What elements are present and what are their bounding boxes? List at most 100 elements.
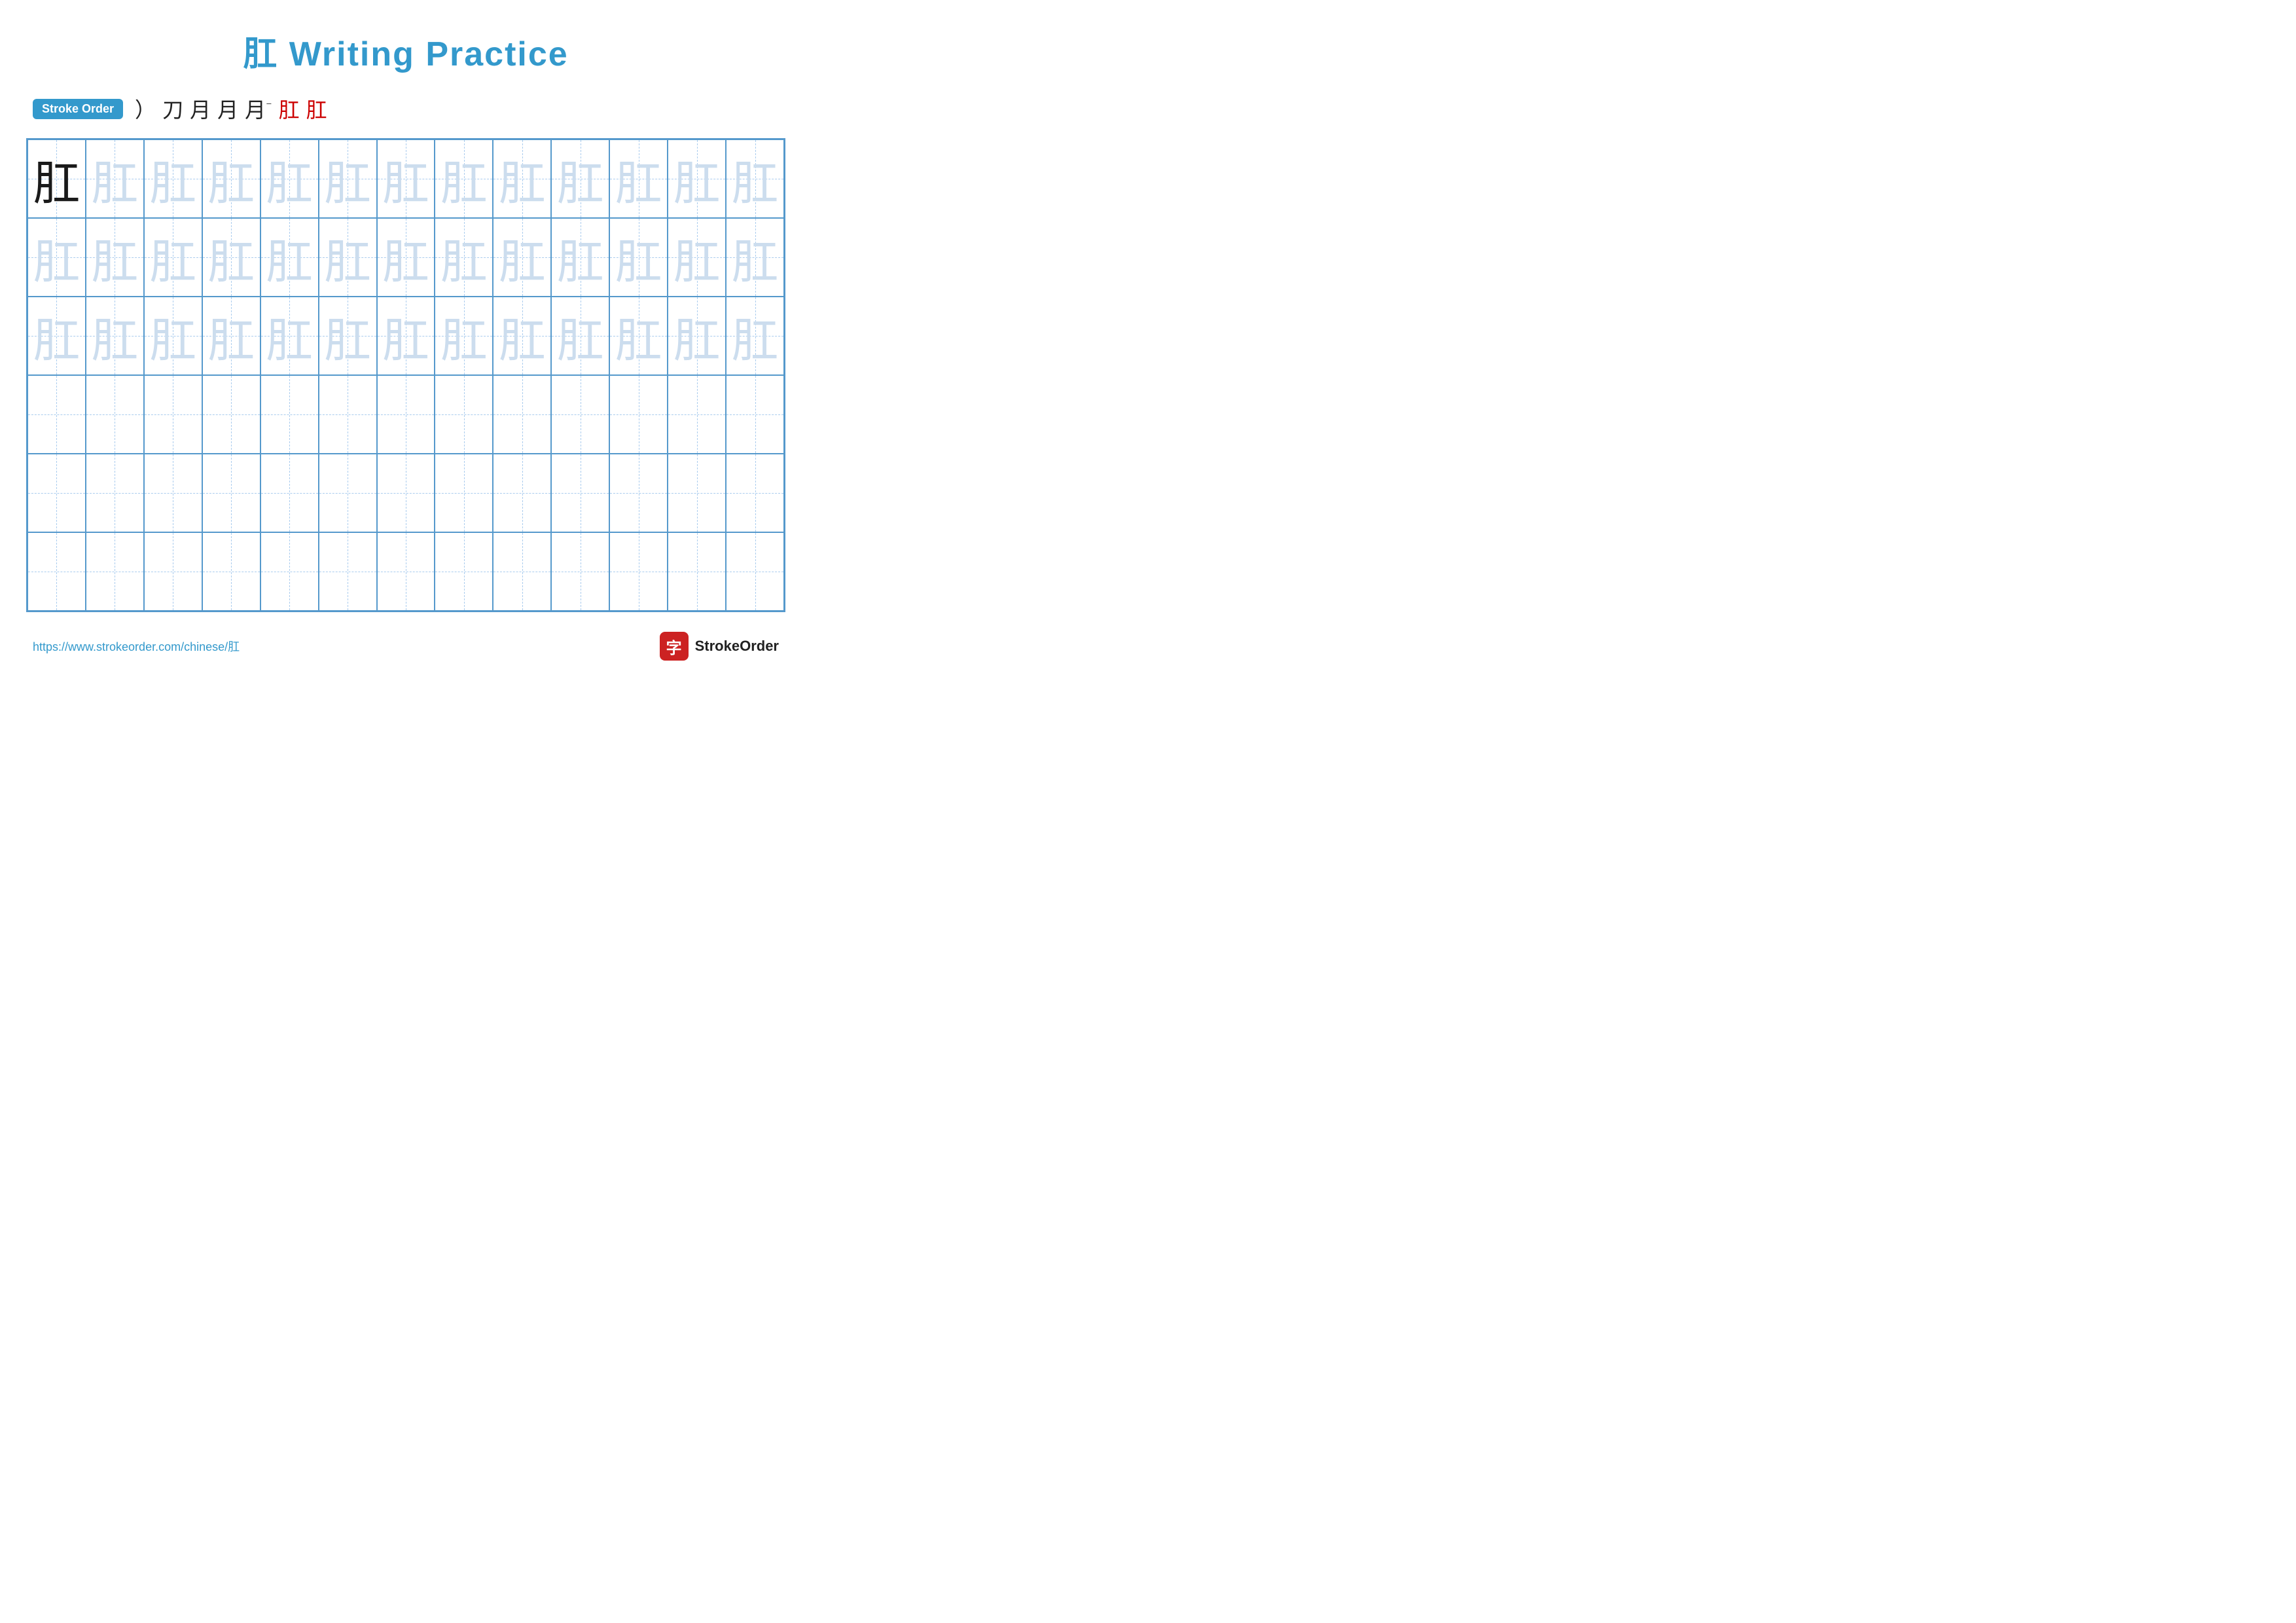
grid-cell[interactable]: 肛 bbox=[609, 139, 668, 218]
grid-cell[interactable] bbox=[609, 454, 668, 532]
grid-cell[interactable] bbox=[144, 532, 202, 611]
cell-character: 肛 bbox=[615, 302, 662, 371]
grid-cell[interactable]: 肛 bbox=[493, 297, 551, 375]
grid-cell[interactable] bbox=[609, 375, 668, 454]
grid-cell[interactable] bbox=[435, 532, 493, 611]
grid-cell[interactable] bbox=[435, 375, 493, 454]
grid-cell[interactable] bbox=[202, 375, 260, 454]
grid-cell[interactable]: 肛 bbox=[493, 139, 551, 218]
grid-cell[interactable]: 肛 bbox=[27, 139, 86, 218]
practice-grid: 肛肛肛肛肛肛肛肛肛肛肛肛肛肛肛肛肛肛肛肛肛肛肛肛肛肛肛肛肛肛肛肛肛肛肛肛肛肛肛 bbox=[26, 138, 785, 612]
cell-character: 肛 bbox=[207, 302, 255, 371]
grid-cell[interactable] bbox=[551, 454, 609, 532]
grid-cell[interactable]: 肛 bbox=[493, 218, 551, 297]
grid-cell[interactable] bbox=[86, 532, 144, 611]
grid-cell[interactable]: 肛 bbox=[668, 139, 726, 218]
cell-character: 肛 bbox=[673, 145, 721, 213]
grid-cell[interactable]: 肛 bbox=[202, 139, 260, 218]
grid-cell[interactable] bbox=[726, 532, 784, 611]
grid-cell[interactable]: 肛 bbox=[319, 218, 377, 297]
stroke-step-6: 肛 bbox=[279, 94, 300, 124]
grid-cell[interactable]: 肛 bbox=[260, 139, 319, 218]
grid-cell[interactable]: 肛 bbox=[377, 297, 435, 375]
grid-cell[interactable] bbox=[202, 454, 260, 532]
grid-cell[interactable] bbox=[27, 375, 86, 454]
grid-cell[interactable]: 肛 bbox=[202, 297, 260, 375]
grid-cell[interactable] bbox=[319, 454, 377, 532]
grid-cell[interactable] bbox=[144, 375, 202, 454]
grid-cell[interactable]: 肛 bbox=[551, 139, 609, 218]
grid-cell[interactable] bbox=[27, 532, 86, 611]
grid-cell[interactable]: 肛 bbox=[260, 297, 319, 375]
grid-cell[interactable]: 肛 bbox=[551, 218, 609, 297]
grid-cell[interactable]: 肛 bbox=[86, 297, 144, 375]
grid-cell[interactable] bbox=[668, 454, 726, 532]
grid-cell[interactable] bbox=[435, 454, 493, 532]
cell-character: 肛 bbox=[91, 145, 138, 213]
grid-cell[interactable] bbox=[319, 375, 377, 454]
grid-cell[interactable]: 肛 bbox=[319, 297, 377, 375]
grid-cell[interactable] bbox=[726, 375, 784, 454]
grid-cell[interactable] bbox=[551, 532, 609, 611]
cell-character: 肛 bbox=[499, 145, 546, 213]
stroke-step-3: 月 bbox=[190, 94, 211, 124]
grid-cell[interactable]: 肛 bbox=[377, 139, 435, 218]
grid-cell[interactable]: 肛 bbox=[551, 297, 609, 375]
grid-cell[interactable]: 肛 bbox=[726, 139, 784, 218]
cell-character: 肛 bbox=[732, 145, 779, 213]
cell-character: 肛 bbox=[557, 223, 604, 292]
grid-cell[interactable]: 肛 bbox=[668, 218, 726, 297]
grid-cell[interactable] bbox=[493, 532, 551, 611]
grid-cell[interactable]: 肛 bbox=[609, 218, 668, 297]
grid-cell[interactable]: 肛 bbox=[86, 218, 144, 297]
footer-url[interactable]: https://www.strokeorder.com/chinese/肛 bbox=[33, 638, 240, 655]
grid-cell[interactable] bbox=[319, 532, 377, 611]
grid-cell[interactable] bbox=[144, 454, 202, 532]
grid-cell[interactable] bbox=[27, 454, 86, 532]
grid-cell[interactable]: 肛 bbox=[260, 218, 319, 297]
cell-character: 肛 bbox=[382, 302, 429, 371]
cell-character: 肛 bbox=[207, 145, 255, 213]
grid-cell[interactable]: 肛 bbox=[202, 218, 260, 297]
page-title: 肛 Writing Practice bbox=[26, 26, 785, 75]
grid-cell[interactable] bbox=[377, 375, 435, 454]
grid-cell[interactable]: 肛 bbox=[435, 139, 493, 218]
cell-character: 肛 bbox=[732, 302, 779, 371]
grid-cell[interactable]: 肛 bbox=[668, 297, 726, 375]
cell-character: 肛 bbox=[324, 145, 371, 213]
grid-cell[interactable] bbox=[86, 375, 144, 454]
grid-cell[interactable]: 肛 bbox=[144, 139, 202, 218]
grid-cell[interactable] bbox=[377, 454, 435, 532]
cell-character: 肛 bbox=[499, 302, 546, 371]
grid-cell[interactable] bbox=[260, 375, 319, 454]
cell-character: 肛 bbox=[557, 302, 604, 371]
grid-cell[interactable] bbox=[668, 375, 726, 454]
cell-character: 肛 bbox=[33, 302, 80, 371]
grid-cell[interactable]: 肛 bbox=[27, 218, 86, 297]
grid-cell[interactable] bbox=[202, 532, 260, 611]
grid-cell[interactable] bbox=[668, 532, 726, 611]
grid-cell[interactable] bbox=[609, 532, 668, 611]
footer: https://www.strokeorder.com/chinese/肛 字 … bbox=[26, 632, 785, 661]
grid-cell[interactable]: 肛 bbox=[609, 297, 668, 375]
grid-cell[interactable] bbox=[86, 454, 144, 532]
grid-cell[interactable]: 肛 bbox=[435, 218, 493, 297]
grid-cell[interactable]: 肛 bbox=[726, 297, 784, 375]
grid-cell[interactable] bbox=[260, 532, 319, 611]
grid-cell[interactable]: 肛 bbox=[144, 218, 202, 297]
grid-cell[interactable]: 肛 bbox=[726, 218, 784, 297]
grid-cell[interactable]: 肛 bbox=[27, 297, 86, 375]
stroke-step-2: 刀 bbox=[162, 94, 183, 124]
grid-cell[interactable] bbox=[493, 375, 551, 454]
grid-cell[interactable] bbox=[260, 454, 319, 532]
grid-cell[interactable] bbox=[551, 375, 609, 454]
grid-cell[interactable] bbox=[377, 532, 435, 611]
grid-cell[interactable]: 肛 bbox=[435, 297, 493, 375]
grid-cell[interactable] bbox=[726, 454, 784, 532]
grid-cell[interactable]: 肛 bbox=[377, 218, 435, 297]
grid-cell[interactable]: 肛 bbox=[319, 139, 377, 218]
grid-cell[interactable]: 肛 bbox=[144, 297, 202, 375]
grid-cell[interactable]: 肛 bbox=[86, 139, 144, 218]
grid-cell[interactable] bbox=[493, 454, 551, 532]
stroke-order-badge: Stroke Order bbox=[33, 99, 123, 119]
